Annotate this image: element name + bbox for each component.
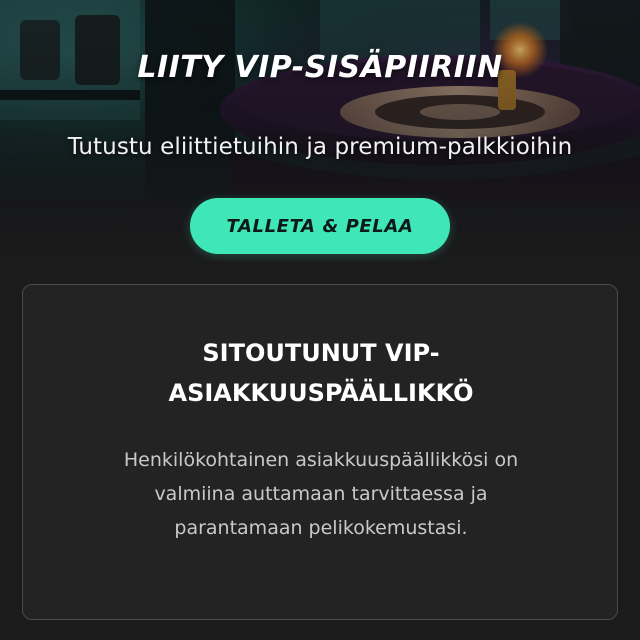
card-title-line-1: SITOUTUNUT VIP- [202,339,440,367]
card-title: SITOUTUNUT VIP- ASIAKKUUSPÄÄLLIKKÖ [83,333,559,413]
hero-title: LIITY VIP-SISÄPIIRIIN [137,50,503,85]
card-description-line-1: Henkilökohtainen asiakkuuspäällikkösi on [123,449,519,471]
card-title-line-2: ASIAKKUUSPÄÄLLIKKÖ [168,379,474,407]
hero-banner: LIITY VIP-SISÄPIIRIIN Tutustu eliittietu… [0,0,640,262]
vip-manager-card: SITOUTUNUT VIP- ASIAKKUUSPÄÄLLIKKÖ Henki… [22,284,618,620]
card-description-line-3: parantamaan pelikokemustasi. [174,517,468,539]
card-description: Henkilökohtainen asiakkuuspäällikkösi on… [73,443,569,545]
hero-subtitle: Tutustu eliittietuihin ja premium-palkki… [67,134,573,160]
card-description-line-2: valmiina auttamaan tarvittaessa ja [154,483,488,505]
vip-promo-page: LIITY VIP-SISÄPIIRIIN Tutustu eliittietu… [0,0,640,640]
deposit-and-play-button[interactable]: TALLETA & PELAA [190,198,450,254]
